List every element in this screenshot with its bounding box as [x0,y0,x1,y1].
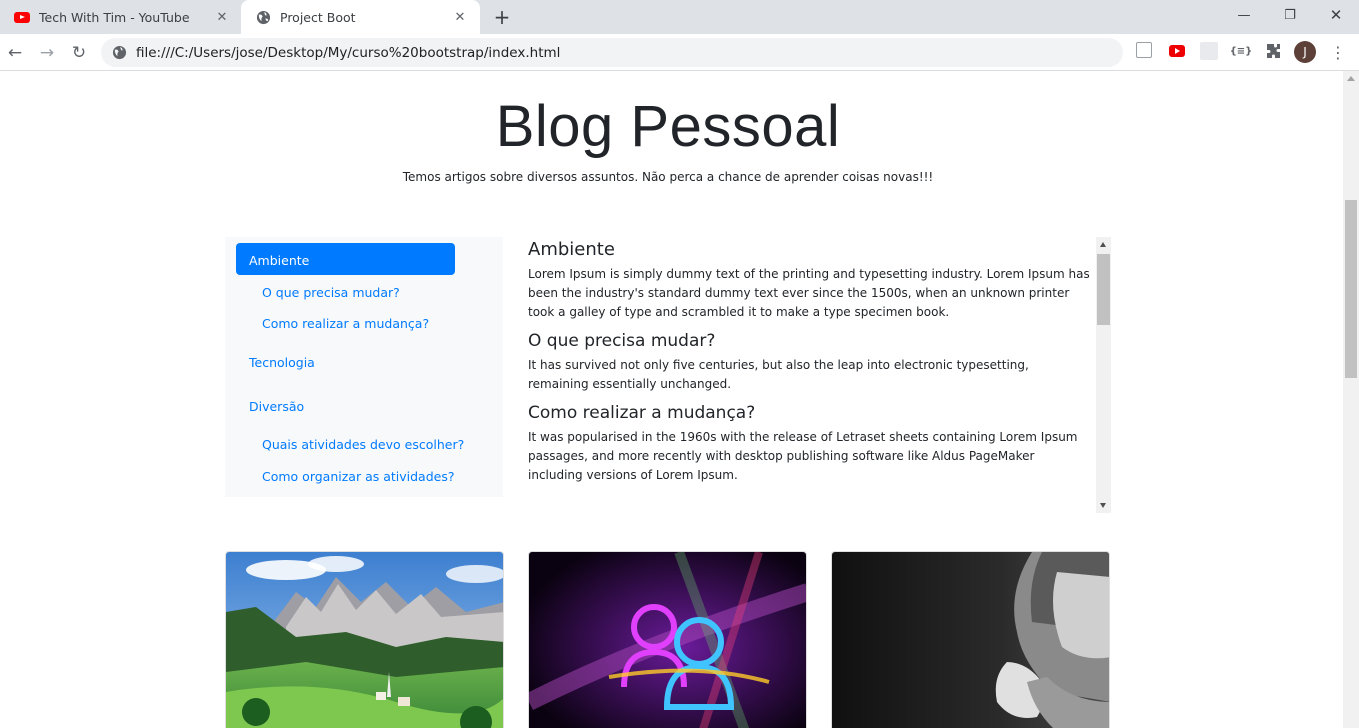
new-tab-button[interactable]: + [490,5,514,29]
browser-tab-project-boot[interactable]: Project Boot ✕ [241,0,480,34]
page-title: Blog Pessoal [495,94,841,159]
page-viewport: Blog Pessoal Temos artigos sobre diverso… [0,71,1359,728]
scrollspy-content[interactable]: Ambiente Lorem Ipsum is simply dummy tex… [512,237,1111,513]
scrollbar-thumb[interactable] [1097,254,1110,325]
section-heading: Ambiente [528,239,615,260]
browser-toolbar: ← → ↻ file:///C:/Users/jose/Desktop/My/c… [0,34,1359,71]
tab-title: Project Boot [280,9,356,25]
menu-icon[interactable]: ⋮ [1330,42,1346,62]
sidebar-item-diversao[interactable]: Diversão [249,399,304,414]
address-bar[interactable]: file:///C:/Users/jose/Desktop/My/curso%2… [101,38,1123,67]
card-praying [831,551,1110,728]
puzzle-icon[interactable] [1264,42,1282,60]
page-scrollbar[interactable] [1343,71,1359,728]
tab-title: Tech With Tim - YouTube [39,9,190,25]
restore-icon[interactable]: ❐ [1267,0,1313,30]
close-window-icon[interactable]: ✕ [1313,0,1359,30]
browser-tabstrip: Tech With Tim - YouTube ✕ Project Boot ✕… [0,0,1359,34]
page-info-icon[interactable] [112,45,127,60]
extension-icon[interactable] [1136,42,1152,58]
reload-icon[interactable]: ↻ [65,39,93,67]
profile-avatar[interactable]: J [1294,41,1316,63]
sidebar-item-tecnologia[interactable]: Tecnologia [249,355,315,370]
sidebar-item-ambiente[interactable]: Ambiente [236,243,455,275]
page-subtitle: Temos artigos sobre diversos assuntos. N… [402,170,934,184]
scroll-up-arrow-icon[interactable] [1100,242,1106,247]
sidebar-item-como-realizar-a-mudanca[interactable]: Como realizar a mudança? [262,316,429,331]
extension-icon[interactable] [1200,42,1218,60]
close-tab-icon[interactable]: ✕ [452,9,468,25]
scroll-down-arrow-icon[interactable] [1100,503,1106,508]
globe-icon [255,9,271,25]
forward-icon[interactable]: → [33,39,61,67]
mountain-landscape-image [226,552,503,728]
sidebar-item-como-organizar[interactable]: Como organizar as atividades? [262,469,454,484]
card-mountain [225,551,504,728]
section-text: It was popularised in the 1960s with the… [528,430,1078,482]
url-text: file:///C:/Users/jose/Desktop/My/curso%2… [136,44,561,61]
youtube-icon [14,9,30,25]
section-heading: O que precisa mudar? [528,331,716,351]
sidebar-item-quais-atividades[interactable]: Quais atividades devo escolher? [262,437,464,452]
section-heading: Como realizar a mudança? [528,403,756,423]
minimize-icon[interactable]: — [1221,0,1267,30]
browser-tab-youtube[interactable]: Tech With Tim - YouTube ✕ [0,0,242,34]
neon-users-logo-image [529,552,806,728]
section-text: It has survived not only five centuries,… [528,358,1029,391]
content-scrollbar[interactable] [1096,237,1111,513]
praying-woman-image [832,552,1109,728]
sidebar-nav: Ambiente O que precisa mudar? Como reali… [225,237,503,497]
card-neon [528,551,807,728]
sidebar-item-o-que-precisa-mudar[interactable]: O que precisa mudar? [262,285,400,300]
json-extension-icon[interactable]: {≡} [1230,42,1253,60]
section-text: Lorem Ipsum is simply dummy text of the … [528,267,1090,319]
close-tab-icon[interactable]: ✕ [214,9,230,25]
back-icon[interactable]: ← [1,39,29,67]
youtube-extension-icon[interactable] [1168,42,1186,60]
scrollbar-thumb[interactable] [1345,200,1357,378]
scroll-up-arrow-icon[interactable] [1347,76,1355,81]
